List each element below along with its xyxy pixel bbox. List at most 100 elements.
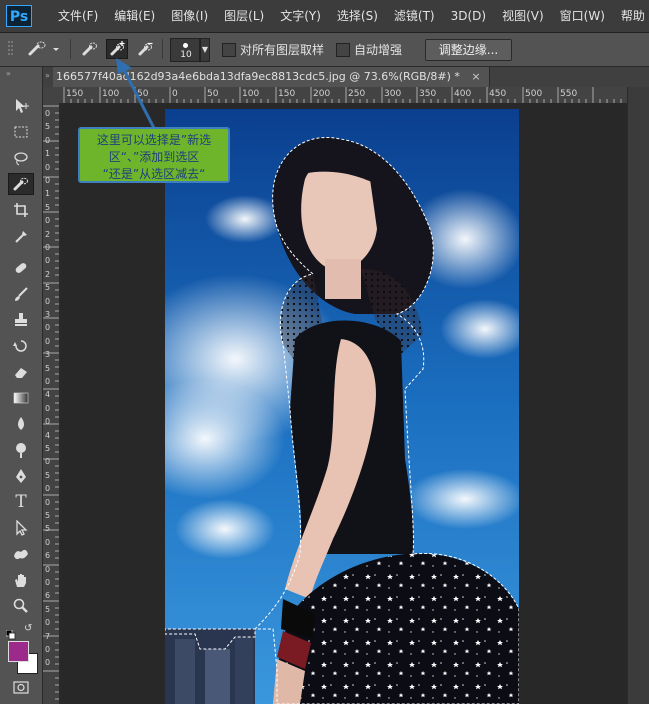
vertical-scrollbar[interactable] [627,87,649,704]
add-to-selection-icon [110,41,125,56]
ruler-label: 7 [45,631,51,641]
pen-tool-icon[interactable] [8,465,34,487]
ruler-label: 1 [45,189,51,199]
ruler-label: 50 [207,89,219,99]
brush-size-preview[interactable]: 10 [170,38,200,62]
callout-line: “还是”从选区减去“ [102,167,206,181]
ruler-label: 0 [45,403,51,413]
custom-shape-tool-icon[interactable] [8,543,34,565]
ruler-label: 1 [45,149,51,159]
ruler-label: 5 [45,122,51,132]
vertical-ruler[interactable]: 0 5 0 1 0 0 1 5 0 2 0 0 2 5 0 3 0 0 3 5 0 4 0 0 4 5 0 5 0 0 5 5 0 6 0 0 6 5 0 7… [43,103,60,704]
new-selection-icon [82,42,97,56]
history-brush-tool-icon[interactable] [8,335,34,357]
ruler-label: 0 [45,336,51,346]
photoshop-logo: Ps [6,5,32,27]
auto-enhance-checkbox[interactable] [336,43,350,57]
sample-all-layers-checkbox[interactable] [222,43,236,57]
ruler-label: 0 [45,564,51,574]
ruler-label: 0 [45,243,51,252]
path-selection-tool-icon[interactable] [8,517,34,539]
document-image[interactable] [165,109,519,704]
ruler-label: 6 [45,551,51,561]
ruler-label: 3 [45,310,51,319]
ruler-label: 150 [66,89,83,99]
brush-picker-dropdown[interactable]: ▼ [200,38,210,62]
auto-enhance-label: 自动增强 [354,43,403,57]
tools-panel: » T ↺ [0,67,43,704]
menu-layer[interactable]: 图层(L) [216,0,272,32]
tool-preset-picker[interactable] [24,39,64,59]
menu-3d[interactable]: 3D(D) [443,0,494,32]
marquee-tool-icon[interactable] [8,121,34,143]
healing-brush-tool-icon[interactable] [8,257,34,279]
sample-all-layers-label: 对所有图层取样 [240,43,325,57]
default-colors-icon[interactable] [5,625,16,640]
document-canvas[interactable] [61,103,627,704]
menu-bar: Ps 文件(F) 编辑(E) 图像(I) 图层(L) 文字(Y) 选择(S) 滤… [0,0,649,33]
menu-file[interactable]: 文件(F) [50,0,106,32]
subtract-from-selection-button[interactable] [134,39,156,59]
ruler-label: 4 [45,430,51,440]
move-tool-icon[interactable] [8,95,34,117]
menu-view[interactable]: 视图(V) [494,0,552,32]
quick-mask-icon[interactable] [13,679,29,694]
foreground-color-swatch[interactable] [8,641,29,662]
menu-help[interactable]: 帮助 [613,0,649,32]
new-selection-button[interactable] [78,39,100,59]
ruler-origin[interactable] [43,87,61,104]
close-icon[interactable]: × [471,70,480,83]
menu-image[interactable]: 图像(I) [163,0,216,32]
ruler-label: 400 [454,89,471,99]
menu-select[interactable]: 选择(S) [329,0,386,32]
ruler-label: 5 [45,444,51,453]
ruler-label: 250 [348,89,365,99]
panel-collapse-icon[interactable]: » [45,71,50,80]
dodge-tool-icon[interactable] [8,439,34,461]
menu-edit[interactable]: 编辑(E) [106,0,163,32]
ruler-label: 0 [45,323,51,333]
lasso-tool-icon[interactable] [8,147,34,169]
crop-tool-icon[interactable] [8,199,34,221]
annotation-callout: 这里可以选择是”新选 区“、”添加到选区 “还是”从选区减去“ [78,127,230,183]
ruler-label: 0 [45,578,51,587]
ruler-label: 5 [45,363,51,373]
eyedropper-tool-icon[interactable] [8,225,34,247]
ruler-label: 200 [313,89,330,99]
gradient-tool-icon[interactable] [8,387,34,409]
ruler-label: 0 [45,417,51,427]
annotation-arrow [116,58,157,131]
photo-woman-portrait [165,109,519,704]
clone-stamp-tool-icon[interactable] [8,309,34,331]
divider [70,39,71,59]
ruler-label: 100 [242,89,259,99]
add-to-selection-button[interactable] [106,39,128,59]
blur-tool-icon[interactable] [8,413,34,435]
divider [162,39,163,59]
ruler-label: 5 [45,511,51,520]
ruler-label: 550 [560,89,577,99]
quick-selection-tool-icon[interactable] [8,173,34,195]
eraser-tool-icon[interactable] [8,361,34,383]
ruler-label: 0 [45,216,51,226]
options-bar: 10 ▼ [0,33,649,67]
refine-edge-button[interactable]: 调整边缘... [425,39,512,61]
menu-filter[interactable]: 滤镜(T) [386,0,443,32]
main-menu: 文件(F) 编辑(E) 图像(I) 图层(L) 文字(Y) 选择(S) 滤镜(T… [50,0,649,32]
ruler-label: 0 [172,89,178,99]
type-tool-icon[interactable]: T [8,491,34,513]
panel-collapse-icon[interactable]: » [6,69,11,78]
ruler-label: 0 [45,537,51,547]
zoom-tool-icon[interactable] [8,595,34,617]
ruler-label: 0 [45,135,51,145]
callout-line: 区“、”添加到选区 [108,150,200,164]
ruler-label: 5 [45,524,51,534]
menu-type[interactable]: 文字(Y) [272,0,329,32]
brush-tip-icon [183,43,188,48]
menu-window[interactable]: 窗口(W) [552,0,613,32]
hand-tool-icon[interactable] [8,569,34,591]
brush-tool-icon[interactable] [8,283,34,305]
ruler-label: 2 [45,229,51,239]
ruler-label: 0 [45,377,51,386]
swap-colors-icon[interactable]: ↺ [24,623,36,635]
